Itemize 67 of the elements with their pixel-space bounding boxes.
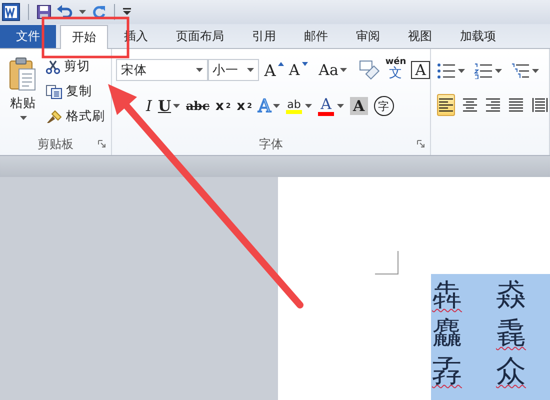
phonetic-guide-button[interactable]: wén 文 xyxy=(385,58,406,82)
change-case-button[interactable]: Aa xyxy=(318,59,348,81)
ribbon-tab[interactable]: 开始 xyxy=(60,25,108,49)
highlight-color-button[interactable]: ab xyxy=(286,98,302,114)
underline-button[interactable]: U xyxy=(158,95,180,117)
grow-font-button[interactable]: A xyxy=(264,59,284,81)
font-size-field[interactable]: 小一 xyxy=(208,59,260,81)
enclose-character-button[interactable]: 字 xyxy=(374,96,394,116)
text-character: 犇 xyxy=(432,278,462,314)
word-logo-icon[interactable] xyxy=(2,3,20,21)
shrink-font-button[interactable]: A xyxy=(288,59,308,81)
paste-button[interactable]: 粘贴 xyxy=(6,57,40,133)
dropdown-caret-icon[interactable] xyxy=(79,10,86,14)
clipboard-icon xyxy=(9,57,37,91)
bullet-list-icon[interactable] xyxy=(437,63,455,79)
redo-icon[interactable] xyxy=(92,5,106,19)
dropdown-caret-icon[interactable] xyxy=(458,69,465,73)
undo-icon[interactable] xyxy=(57,5,73,19)
down-triangle-icon xyxy=(302,62,308,66)
italic-button[interactable]: I xyxy=(146,95,152,117)
ribbon-tab[interactable]: 邮件 xyxy=(292,25,340,48)
dropdown-caret-icon[interactable] xyxy=(196,68,203,72)
dropdown-caret-icon[interactable] xyxy=(337,104,344,108)
dialog-launcher-icon[interactable] xyxy=(98,140,106,148)
group-label: 字体 xyxy=(259,136,283,152)
character-shading-button[interactable]: A xyxy=(350,97,368,115)
dropdown-caret-icon[interactable] xyxy=(247,68,254,72)
file-tab[interactable]: 文件 xyxy=(0,25,56,48)
up-triangle-icon xyxy=(278,62,284,66)
ribbon-tab[interactable]: 引用 xyxy=(240,25,288,48)
cut-button[interactable]: 剪切 xyxy=(46,57,105,76)
customize-toolbar-icon[interactable] xyxy=(123,8,131,16)
ribbon-tab[interactable]: 页面布局 xyxy=(164,25,236,48)
ribbon-tab[interactable]: 视图 xyxy=(396,25,444,48)
text-character: 麤 xyxy=(432,316,462,352)
text-character: 猋 xyxy=(496,278,526,314)
align-left-button[interactable] xyxy=(437,94,456,116)
ribbon-tab[interactable]: 审阅 xyxy=(344,25,392,48)
dialog-launcher-icon[interactable] xyxy=(417,140,425,148)
format-painter-button[interactable]: 格式刷 xyxy=(46,107,105,126)
dropdown-caret-icon[interactable] xyxy=(532,69,539,73)
font-color-button[interactable]: A xyxy=(318,96,334,116)
dropdown-caret-icon[interactable] xyxy=(20,116,26,120)
font-name-field[interactable]: 宋体 xyxy=(116,59,208,81)
multilevel-list-icon[interactable] xyxy=(511,63,529,79)
save-icon[interactable] xyxy=(37,5,51,19)
character-border-button[interactable]: A xyxy=(411,61,430,79)
paintbrush-icon xyxy=(46,110,62,124)
dropdown-caret-icon[interactable] xyxy=(495,69,502,73)
margin-corner-mark xyxy=(375,251,399,275)
dropdown-caret-icon[interactable] xyxy=(273,104,280,108)
superscript-button[interactable]: x$^{2}$ xyxy=(236,95,252,117)
text-character: 孨 xyxy=(432,354,462,390)
dropdown-caret-icon[interactable] xyxy=(340,68,348,72)
group-label: 剪贴板 xyxy=(38,136,74,152)
numbered-list-icon[interactable] xyxy=(474,63,492,79)
dropdown-caret-icon[interactable] xyxy=(305,104,312,108)
copy-button[interactable]: 复制 xyxy=(46,82,105,101)
dropdown-caret-icon[interactable] xyxy=(173,104,180,108)
text-effect-button[interactable]: A xyxy=(258,95,280,117)
text-character: 众 xyxy=(496,354,526,390)
text-character: 毳 xyxy=(496,316,526,352)
scissors-icon xyxy=(46,60,60,74)
copy-icon xyxy=(46,84,62,98)
ribbon-tab[interactable]: 加载项 xyxy=(448,25,508,48)
eraser-icon[interactable] xyxy=(358,60,380,80)
strikethrough-button[interactable]: abc xyxy=(186,95,210,117)
